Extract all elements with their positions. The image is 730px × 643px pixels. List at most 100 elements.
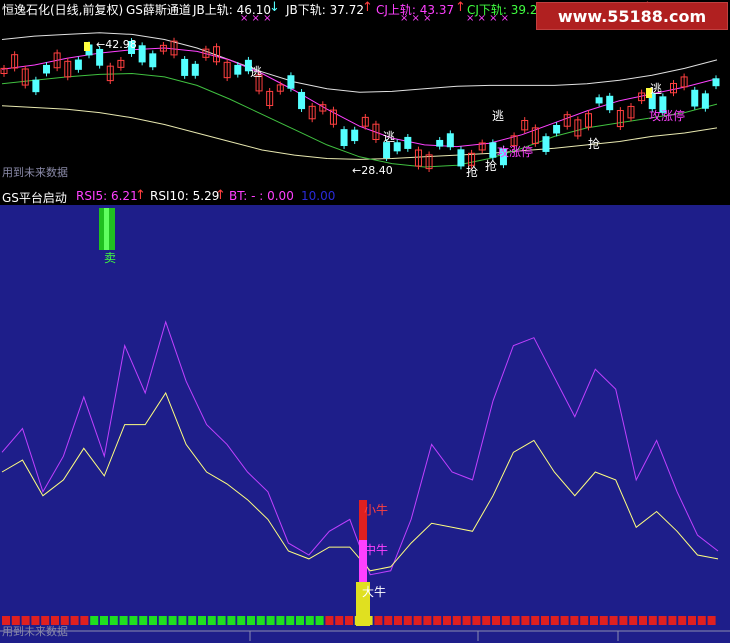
white-channel-line [1,32,718,93]
candle-body [606,95,614,111]
rsi-chart[interactable] [0,205,730,643]
status-strip-block [188,616,197,625]
status-strip-block [531,616,540,625]
bt-value: BT: - : 0.00 [229,189,294,203]
indicator-panel[interactable]: 卖 小牛 中牛 大牛 用到未来数据 [0,205,730,643]
status-strip-block [237,616,246,625]
status-strip-block [482,616,491,625]
candle-body [446,133,454,148]
status-strip-block [384,616,393,625]
status-strip-block [521,616,530,625]
status-strip-block [472,616,481,625]
candle-body [499,148,507,166]
candle-body [32,79,40,93]
status-strip-block [452,616,461,625]
status-strip-block [129,616,138,625]
status-strip-block [335,616,344,625]
indicator-title: GS平台启动 [2,191,67,205]
status-strip-block [658,616,667,625]
candle-body [340,129,348,147]
status-strip-block [305,616,314,625]
status-strip-block [688,616,696,625]
status-strip-block [648,616,657,625]
small-bull-label: 小牛 [364,503,389,517]
status-strip-block [374,616,383,625]
big-bull-label: 大牛 [362,585,387,599]
status-strip-block [158,616,167,625]
status-strip-block [149,616,157,625]
status-strip-block [668,616,677,625]
candle-body [128,40,136,54]
status-strip-block [443,616,451,625]
bt-level-value: 10.00 [301,189,336,203]
candle-body [149,53,157,68]
candle-body [298,91,306,110]
status-strip-block [109,616,118,625]
status-strip-block [296,616,304,625]
highlight-candle [646,88,652,98]
status-strip-block [217,616,226,625]
status-strip-block [580,616,589,625]
status-strip-block [590,616,598,625]
candle-body [287,75,295,89]
status-strip-block [599,616,608,625]
status-strip-block [609,616,618,625]
candle-body [191,63,199,76]
rsi10-value: RSI10: 5.29 [150,189,220,203]
candle-body [701,93,709,109]
status-strip-block [697,616,706,625]
status-strip-block [119,616,128,625]
status-strip-block [354,616,363,625]
candle-body [43,64,51,74]
status-strip-block [492,616,500,625]
candle-body [138,45,146,63]
status-strip-block [345,616,353,625]
candle-body [404,136,412,149]
status-strip-block [541,616,549,625]
status-strip-block [394,616,402,625]
status-strip-block [90,616,99,625]
status-strip-block [247,616,255,625]
candle-body [436,139,444,147]
status-strip-block [403,616,412,625]
status-strip-block [511,616,520,625]
status-strip-block [501,616,510,625]
candle-body [383,142,391,159]
status-strip-block [70,616,79,625]
status-strip-block [168,616,177,625]
cj-lower-line [1,72,718,168]
mid-bull-label: 中牛 [364,543,389,557]
lower-channel-line [1,105,718,160]
status-strip-block [707,616,716,625]
candle-body [244,59,252,72]
status-strip-block [80,616,89,625]
status-strip-block [423,616,432,625]
candle-body [96,48,104,66]
sell-signal-label: 卖 [104,251,117,265]
status-strip-block [139,616,148,625]
candle-body [351,129,359,142]
price-chart[interactable] [0,0,730,185]
candle-body [659,96,667,113]
status-strip-block [462,616,471,625]
candle-body [181,58,189,76]
candle-body [489,142,497,158]
candle-body [542,136,550,152]
status-strip-block [433,616,442,625]
sell-signal-bar-highlight [104,208,109,250]
candle-body [595,97,603,104]
status-strip-block [207,616,216,625]
status-strip-block [560,616,569,625]
status-strip-block [639,616,647,625]
status-strip-block [619,616,628,625]
status-strip-block [286,616,295,625]
status-strip-block [570,616,579,625]
status-strip-block [256,616,265,625]
candle-body [74,59,82,70]
price-panel[interactable] [0,0,730,185]
status-strip-block [178,616,187,625]
status-strip-block [198,616,206,625]
candle-body [393,142,401,152]
status-strip-block [276,616,285,625]
highlight-candle [84,42,90,51]
